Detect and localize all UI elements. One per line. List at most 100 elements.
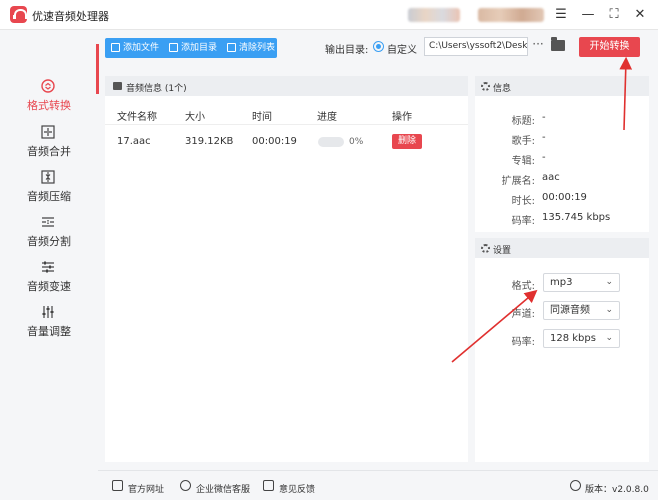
info-value-album: -: [542, 152, 546, 163]
sidebar-item-label: 音量调整: [27, 325, 71, 338]
channel-label: 声道:: [511, 309, 535, 320]
wechat-icon: [180, 480, 191, 491]
header-divider: [105, 124, 468, 125]
info-key-duration: 时长:: [511, 196, 535, 207]
info-value-extension: aac: [542, 172, 560, 183]
file-panel-header: 音频信息 (1个): [105, 76, 468, 96]
sidebar: 格式转换 音频合并 音频压缩 音频分割 音频变速 音量调整: [0, 31, 98, 500]
more-options-button[interactable]: ···: [531, 38, 545, 54]
info-value-bitrate: 135.745 kbps: [542, 212, 611, 223]
delete-button[interactable]: 删除: [392, 134, 422, 149]
column-header-action: 操作: [392, 112, 412, 123]
minimize-icon[interactable]: —: [578, 5, 598, 25]
volume-icon: [42, 306, 54, 318]
add-file-button[interactable]: 添加文件: [107, 38, 159, 58]
settings-panel: 设置 格式: mp3 ⌄ 声道: 同源音频 ⌄ 码率: 128 kbps ⌄: [475, 238, 649, 462]
chevron-down-icon: ⌄: [605, 277, 613, 287]
info-key-album: 专辑:: [511, 156, 535, 167]
sidebar-item-label: 音频压缩: [27, 190, 71, 203]
speed-icon: [42, 261, 54, 273]
output-path-field[interactable]: C:\Users\yssoft2\Deskto: [424, 37, 528, 56]
sidebar-item-audio-split[interactable]: 音频分割: [0, 213, 98, 253]
file-size-cell: 319.12KB: [185, 136, 234, 147]
file-list-panel: 音频信息 (1个) 文件名称 大小 时间 进度 操作 17.aac 319.12…: [105, 76, 468, 462]
chevron-down-icon: ⌄: [605, 305, 613, 315]
channel-select[interactable]: 同源音频 ⌄: [543, 301, 620, 320]
split-icon: [42, 217, 54, 227]
open-folder-icon[interactable]: [551, 37, 565, 51]
custom-radio-label: 自定义: [387, 45, 417, 56]
merge-icon: [41, 125, 55, 139]
start-convert-button[interactable]: 开始转换: [579, 37, 640, 57]
gear-icon: [481, 82, 490, 91]
info-key-title: 标题:: [511, 116, 535, 127]
folder-icon: [169, 43, 178, 52]
format-select[interactable]: mp3 ⌄: [543, 273, 620, 292]
file-name-cell: 17.aac: [117, 136, 151, 147]
sidebar-item-audio-compress[interactable]: 音频压缩: [0, 168, 98, 208]
channel-value: 同源音频: [550, 305, 590, 316]
format-value: mp3: [550, 277, 573, 288]
progress-bar: [318, 137, 344, 147]
column-header-time: 时间: [252, 112, 272, 123]
sidebar-item-label: 音频变速: [27, 280, 71, 293]
info-key-artist: 歌手:: [511, 136, 535, 147]
settings-title: 设置: [493, 246, 512, 256]
app-title: 优速音频处理器: [32, 10, 109, 23]
clear-list-label: 清除列表: [239, 43, 276, 53]
title-bar: 优速音频处理器 ☰ — ⛶ ✕: [0, 0, 658, 30]
sidebar-item-label: 音频分割: [27, 235, 71, 248]
gear-icon: [481, 244, 490, 253]
column-header-size: 大小: [185, 112, 205, 123]
sidebar-item-label: 音频合并: [27, 145, 71, 158]
wechat-service-link[interactable]: 企业微信客服: [196, 482, 250, 495]
website-icon: [112, 480, 123, 491]
bitrate-value: 128 kbps: [550, 333, 596, 344]
sidebar-active-indicator: [96, 44, 99, 94]
file-time-cell: 00:00:19: [252, 136, 297, 147]
info-value-artist: -: [542, 132, 546, 143]
add-file-label: 添加文件: [123, 43, 160, 53]
trash-icon: [227, 43, 236, 52]
clear-list-button[interactable]: 清除列表: [223, 38, 275, 58]
user-avatar[interactable]: [408, 8, 460, 22]
compress-icon: [41, 170, 55, 184]
format-label: 格式:: [511, 281, 535, 292]
convert-icon: [41, 79, 55, 93]
refresh-icon: [570, 480, 581, 491]
info-panel-header: 信息: [475, 76, 649, 96]
sidebar-item-label: 格式转换: [27, 99, 71, 112]
custom-radio[interactable]: [373, 41, 384, 52]
image-icon: [113, 82, 122, 90]
info-key-bitrate: 码率:: [511, 216, 535, 227]
info-title: 信息: [493, 84, 512, 94]
add-folder-label: 添加目录: [181, 43, 218, 53]
bitrate-select[interactable]: 128 kbps ⌄: [543, 329, 620, 348]
file-toolbar: 添加文件 添加目录 清除列表: [105, 38, 277, 58]
column-header-name: 文件名称: [117, 112, 157, 123]
add-folder-button[interactable]: 添加目录: [165, 38, 217, 58]
user-name[interactable]: [478, 8, 544, 22]
sidebar-item-format-convert[interactable]: 格式转换: [0, 77, 98, 117]
progress-text: 0%: [349, 137, 364, 147]
feedback-link[interactable]: 意见反馈: [279, 482, 315, 495]
maximize-icon[interactable]: ⛶: [604, 5, 624, 25]
sidebar-item-audio-speed[interactable]: 音频变速: [0, 258, 98, 298]
info-value-title: -: [542, 112, 546, 123]
info-value-duration: 00:00:19: [542, 192, 587, 203]
website-link[interactable]: 官方网址: [128, 482, 164, 495]
bitrate-label: 码率:: [511, 337, 535, 348]
chevron-down-icon: ⌄: [605, 333, 613, 343]
close-icon[interactable]: ✕: [630, 5, 650, 25]
add-file-icon: [111, 43, 120, 52]
menu-icon[interactable]: ☰: [551, 5, 571, 25]
settings-panel-header: 设置: [475, 238, 649, 258]
output-dir-label: 输出目录:: [325, 45, 369, 56]
info-panel: 信息 标题: - 歌手: - 专辑: - 扩展名: aac 时长: 00:00:…: [475, 76, 649, 232]
info-key-extension: 扩展名:: [501, 176, 535, 187]
column-header-progress: 进度: [317, 112, 337, 123]
app-logo-icon: [10, 6, 30, 23]
version-text[interactable]: 版本：v2.0.8.0: [585, 482, 649, 495]
sidebar-item-volume-adjust[interactable]: 音量调整: [0, 303, 98, 343]
sidebar-item-audio-merge[interactable]: 音频合并: [0, 123, 98, 163]
